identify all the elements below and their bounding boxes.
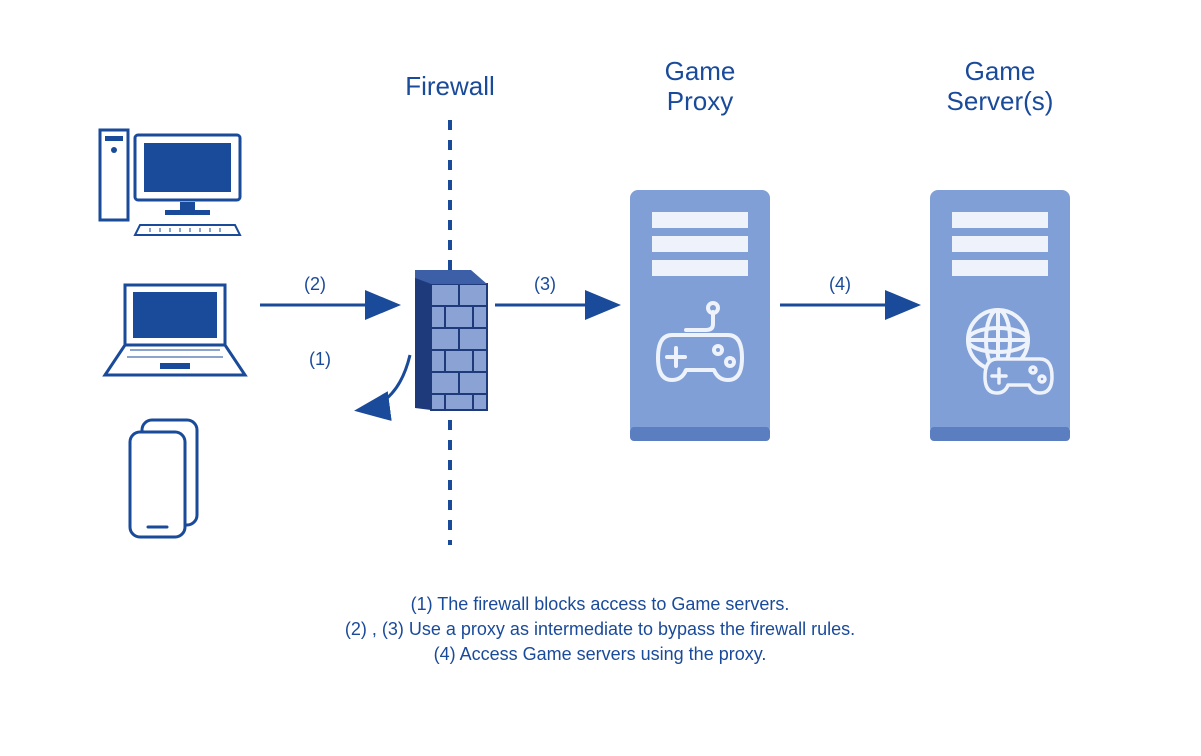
diagram-canvas: Firewall Game Proxy Game Server(s) xyxy=(0,0,1201,756)
step-1-label: (1) xyxy=(309,349,331,369)
step-3-label: (3) xyxy=(534,274,556,294)
server-title-line1: Game xyxy=(965,56,1036,86)
step-2-label: (2) xyxy=(304,274,326,294)
phones-icon xyxy=(130,420,197,537)
step-4-label: (4) xyxy=(829,274,851,294)
game-server-icon xyxy=(930,190,1070,441)
legend-line-1: (1) The firewall blocks access to Game s… xyxy=(411,594,790,614)
desktop-icon xyxy=(100,130,240,235)
proxy-title-line2: Proxy xyxy=(667,86,733,116)
laptop-icon xyxy=(105,285,245,375)
legend-line-3: (4) Access Game servers using the proxy. xyxy=(434,644,767,664)
firewall-title: Firewall xyxy=(405,71,495,101)
proxy-title-line1: Game xyxy=(665,56,736,86)
game-proxy-server-icon xyxy=(630,190,770,441)
server-title-line2: Server(s) xyxy=(947,86,1054,116)
arrow-step-1 xyxy=(360,355,410,410)
firewall-icon xyxy=(415,270,487,410)
legend-line-2: (2) , (3) Use a proxy as intermediate to… xyxy=(345,619,855,639)
